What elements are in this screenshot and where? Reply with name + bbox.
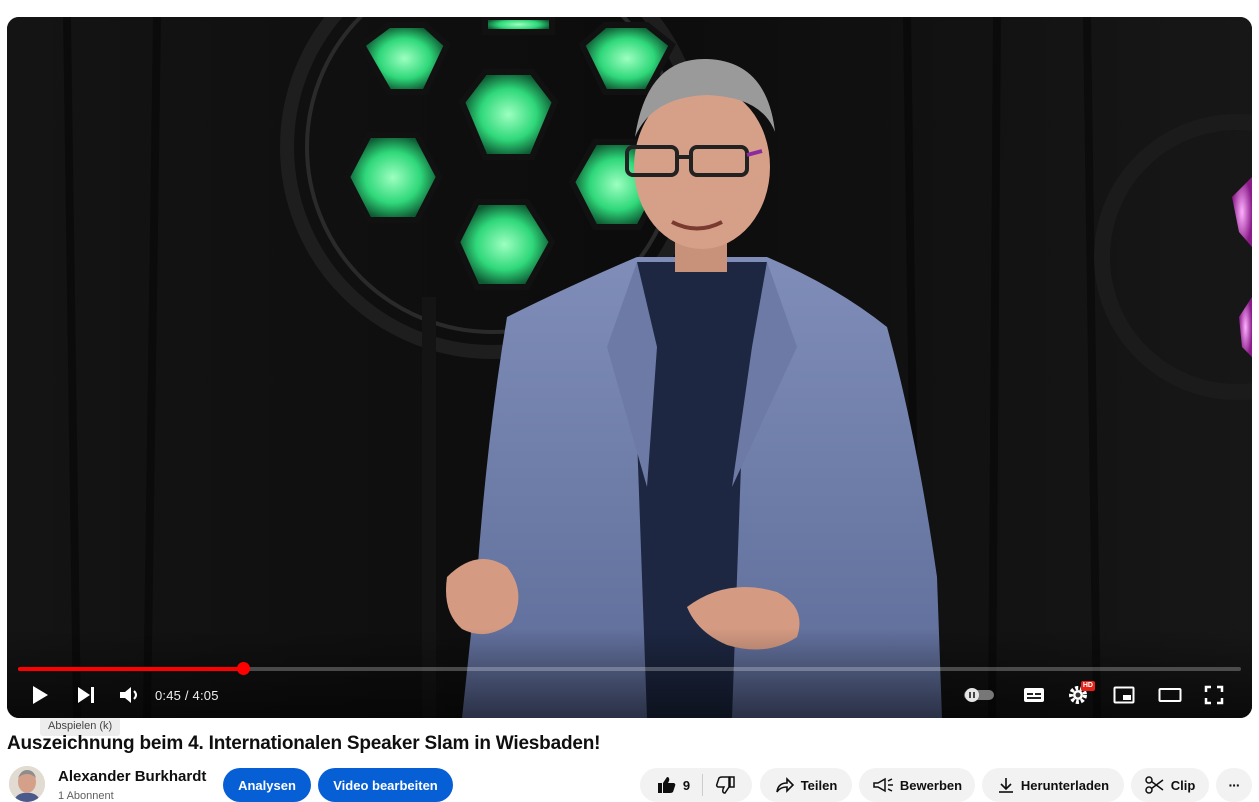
- play-button[interactable]: [23, 680, 57, 710]
- channel-avatar[interactable]: [9, 766, 45, 802]
- autoplay-toggle[interactable]: [957, 680, 1001, 710]
- theater-mode-button[interactable]: [1153, 680, 1187, 710]
- fullscreen-icon: [1204, 685, 1224, 705]
- theater-mode-icon: [1158, 688, 1182, 702]
- like-count: 9: [682, 777, 691, 793]
- right-controls: HD: [957, 680, 1231, 710]
- analytics-button[interactable]: Analysen: [223, 768, 311, 802]
- video-player[interactable]: 0:45 / 4:05 HD: [7, 17, 1252, 718]
- fullscreen-button[interactable]: [1197, 680, 1231, 710]
- autoplay-toggle-icon: [964, 688, 994, 702]
- more-actions-button[interactable]: ···: [1216, 768, 1252, 802]
- clip-button[interactable]: Clip: [1131, 768, 1209, 802]
- time-total: 4:05: [192, 687, 219, 703]
- share-button-label: Teilen: [800, 777, 838, 793]
- share-button[interactable]: Teilen: [760, 768, 852, 802]
- thumbs-up-icon: [657, 777, 676, 793]
- edit-video-button[interactable]: Video bearbeiten: [318, 768, 453, 802]
- dislike-button[interactable]: [715, 776, 735, 794]
- progress-played: [18, 667, 244, 671]
- next-button[interactable]: [69, 680, 103, 710]
- video-title: Auszeichnung beim 4. Internationalen Spe…: [7, 733, 601, 754]
- miniplayer-button[interactable]: [1107, 680, 1141, 710]
- progress-bar[interactable]: [18, 662, 1241, 675]
- play-icon: [33, 686, 48, 704]
- clip-button-label: Clip: [1170, 777, 1196, 793]
- scissors-icon: [1144, 776, 1164, 794]
- time-separator: /: [181, 687, 193, 703]
- download-icon: [998, 778, 1013, 793]
- promote-button[interactable]: Bewerben: [859, 768, 975, 802]
- subscriber-count: 1 Abonnent: [58, 790, 114, 802]
- miniplayer-icon: [1113, 686, 1135, 704]
- more-icon: ···: [1228, 777, 1241, 793]
- download-button-label: Herunterladen: [1020, 777, 1110, 793]
- thumbs-down-icon: [716, 776, 735, 794]
- left-controls: 0:45 / 4:05: [23, 680, 219, 710]
- video-frame: [7, 17, 1252, 718]
- share-icon: [775, 777, 794, 793]
- promote-button-label: Bewerben: [899, 777, 963, 793]
- subtitles-icon: [1024, 688, 1044, 702]
- megaphone-icon: [873, 777, 893, 793]
- settings-button[interactable]: HD: [1061, 680, 1095, 710]
- analytics-button-label: Analysen: [238, 777, 296, 793]
- like-dislike-group: 9: [640, 768, 752, 802]
- like-separator: [702, 774, 704, 796]
- subtitles-button[interactable]: [1017, 680, 1051, 710]
- mute-button[interactable]: [113, 680, 147, 710]
- avatar-image: [9, 766, 45, 802]
- channel-name[interactable]: Alexander Burkhardt: [58, 768, 206, 785]
- volume-icon: [120, 687, 137, 703]
- edit-video-button-label: Video bearbeiten: [333, 777, 438, 793]
- skip-next-icon: [78, 687, 94, 703]
- like-button[interactable]: 9: [657, 776, 690, 794]
- hd-badge: HD: [1080, 681, 1095, 691]
- download-button[interactable]: Herunterladen: [982, 768, 1124, 802]
- progress-scrubber[interactable]: [237, 662, 251, 675]
- time-current: 0:45: [155, 687, 182, 703]
- time-display: 0:45 / 4:05: [155, 688, 219, 703]
